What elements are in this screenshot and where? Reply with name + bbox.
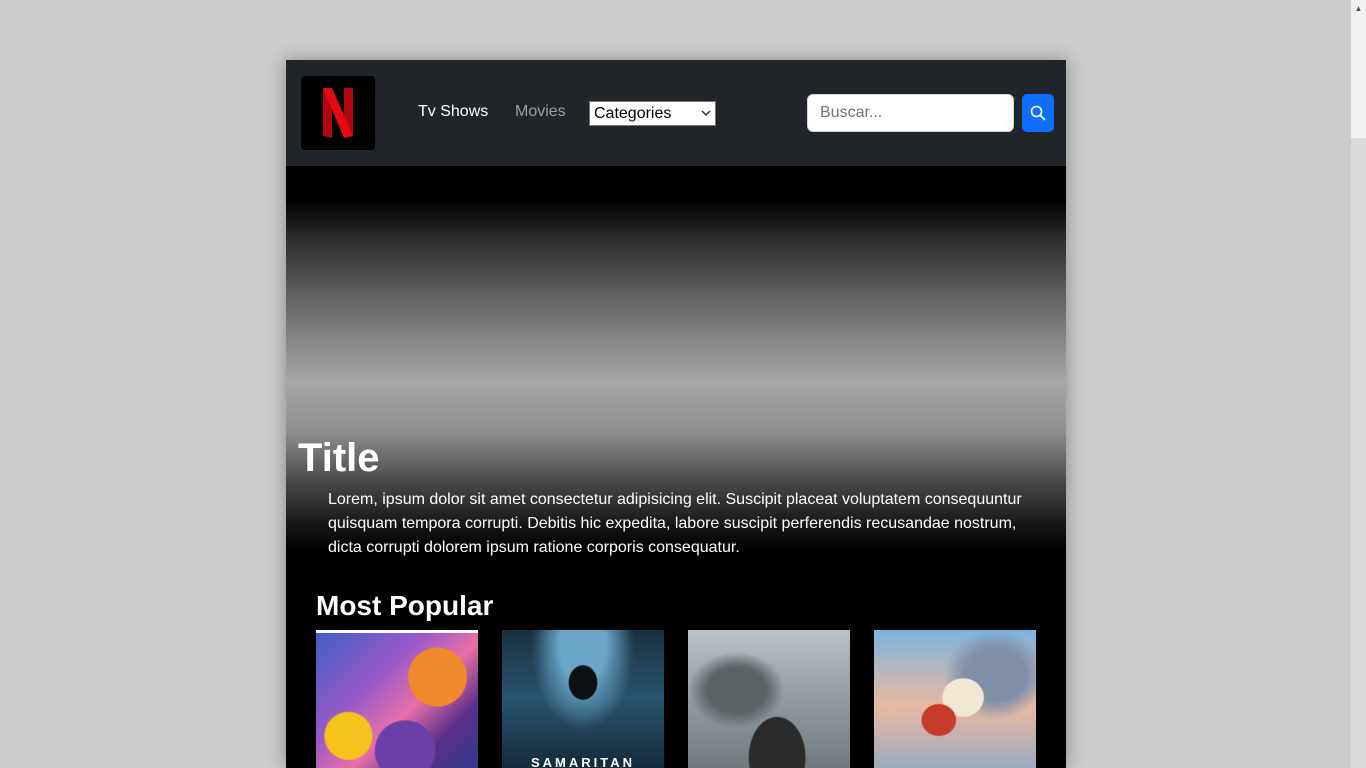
search-input[interactable] — [807, 94, 1014, 132]
scrollbar-thumb[interactable] — [1353, 17, 1364, 137]
categories-select[interactable]: Categories — [589, 101, 716, 126]
most-popular-list: SAMARITAN — [316, 630, 1036, 768]
scrollbar-track[interactable] — [1351, 138, 1366, 768]
poster-card[interactable]: SAMARITAN — [502, 630, 664, 768]
netflix-logo[interactable] — [301, 76, 375, 150]
categories-select-value: Categories — [594, 104, 672, 122]
nav-link-movies[interactable]: Movies — [515, 103, 566, 121]
navbar: Tv Shows Movies Categories — [286, 60, 1066, 166]
hero-description: Lorem, ipsum dolor sit amet consectetur … — [328, 491, 1022, 556]
search-button[interactable] — [1022, 94, 1054, 132]
hero-title: Title — [298, 436, 380, 480]
poster-caption: SAMARITAN — [530, 755, 636, 768]
poster-card[interactable] — [688, 630, 850, 768]
hero-banner: Title Lorem, ipsum dolor sit amet consec… — [286, 166, 1066, 566]
page-frame: Tv Shows Movies Categories Title Lorem, … — [286, 60, 1066, 768]
vertical-scrollbar[interactable]: ▲ — [1351, 0, 1366, 768]
scroll-up-arrow-icon[interactable]: ▲ — [1351, 0, 1366, 16]
chevron-down-icon — [701, 110, 711, 117]
most-popular-title: Most Popular — [316, 590, 494, 621]
netflix-n-icon — [323, 88, 353, 138]
search-icon — [1030, 105, 1046, 121]
poster-card[interactable] — [874, 630, 1036, 768]
nav-link-tv-shows[interactable]: Tv Shows — [418, 103, 488, 121]
poster-card[interactable] — [316, 630, 478, 768]
